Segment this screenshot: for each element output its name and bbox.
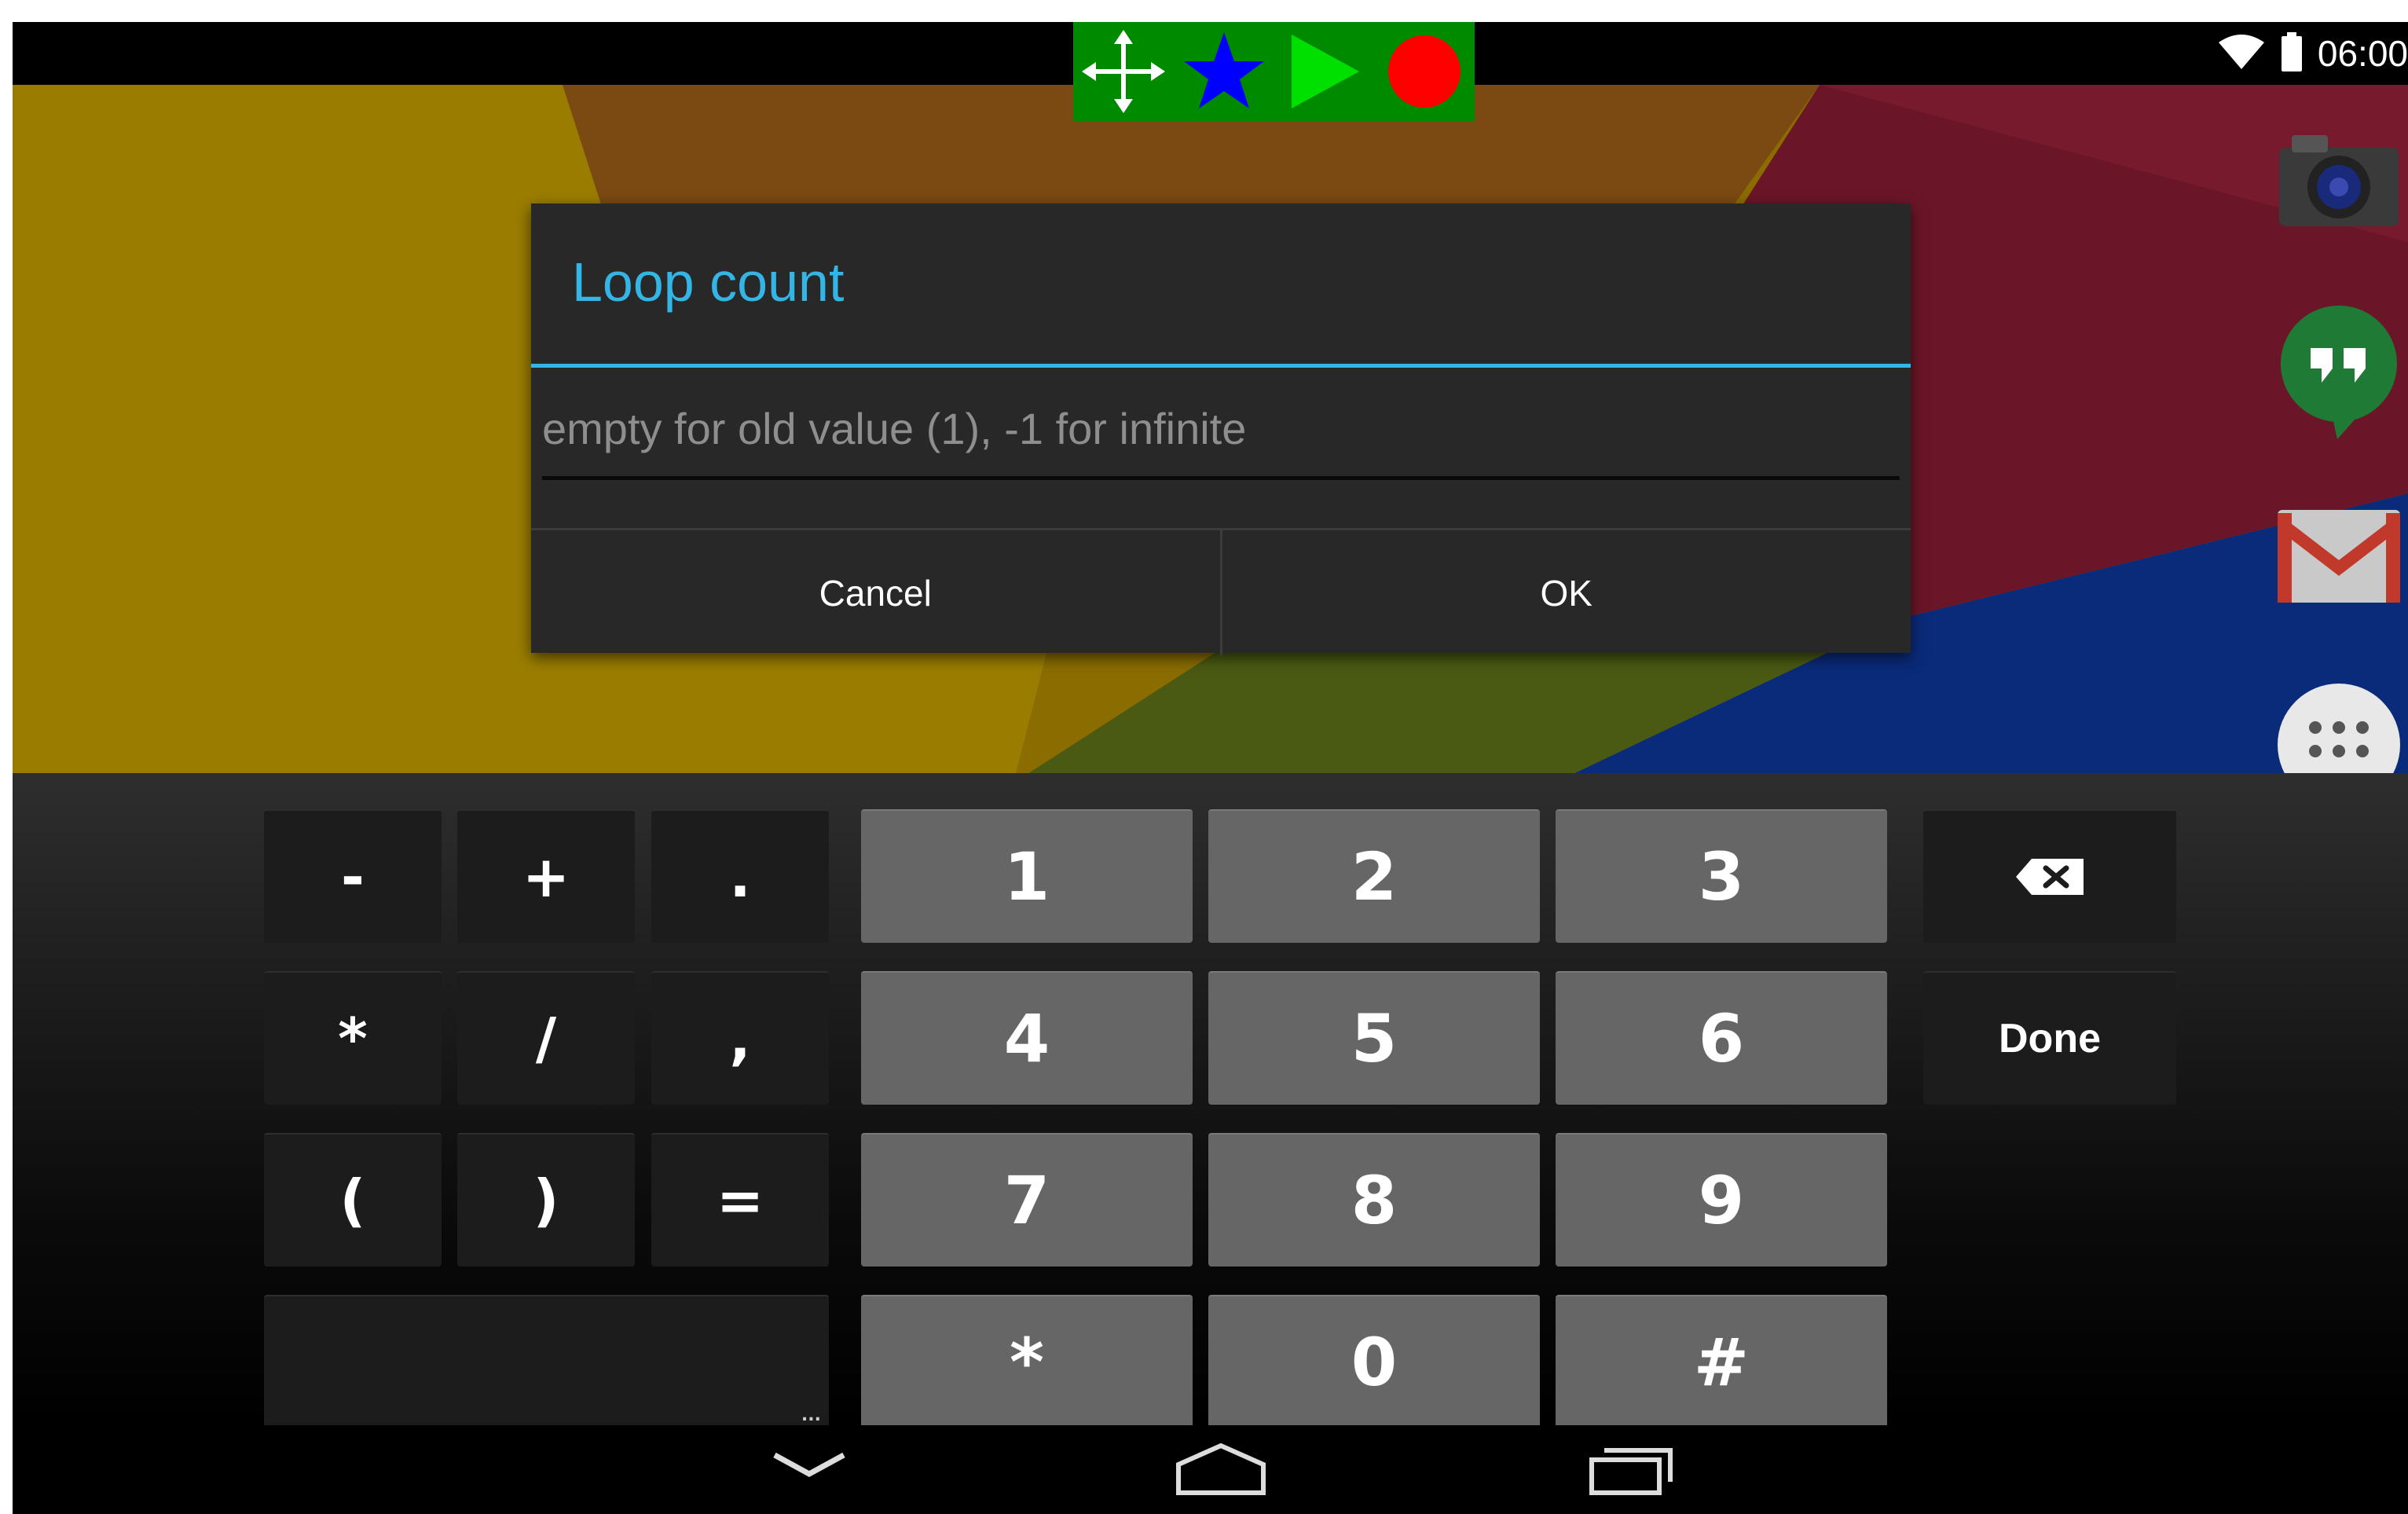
key-asterisk[interactable]: *	[264, 971, 442, 1105]
home-icon[interactable]	[1174, 1441, 1268, 1496]
key-star[interactable]: *	[861, 1295, 1193, 1428]
key-period[interactable]: .	[651, 809, 829, 943]
key-6[interactable]: 6	[1556, 971, 1887, 1105]
macro-toolbar	[1073, 22, 1475, 121]
done-key[interactable]: Done	[1923, 971, 2176, 1105]
key-open-paren[interactable]: (	[264, 1133, 442, 1267]
status-icons: 06:00	[2217, 22, 2408, 85]
key-5[interactable]: 5	[1208, 971, 1540, 1105]
back-icon[interactable]	[770, 1441, 848, 1488]
backspace-key[interactable]	[1923, 809, 2176, 943]
key-8[interactable]: 8	[1208, 1133, 1540, 1267]
key-close-paren[interactable]: )	[457, 1133, 635, 1267]
status-time: 06:00	[2317, 33, 2408, 74]
dialog-title-divider	[531, 364, 1911, 368]
hangouts-icon[interactable]	[2276, 301, 2402, 446]
navigation-bar	[13, 1425, 2408, 1514]
space-key[interactable]: ...	[264, 1295, 829, 1428]
record-icon[interactable]	[1381, 28, 1468, 115]
key-3[interactable]: 3	[1556, 809, 1887, 943]
gmail-icon[interactable]	[2276, 505, 2402, 611]
recents-icon[interactable]	[1587, 1441, 1681, 1496]
battery-icon	[2280, 31, 2304, 75]
dialog-button-bar: Cancel OK	[531, 528, 1911, 655]
camera-icon[interactable]	[2276, 124, 2402, 238]
key-2[interactable]: 2	[1208, 809, 1540, 943]
key-comma[interactable]: ,	[651, 971, 829, 1105]
key-equals[interactable]: =	[651, 1133, 829, 1267]
loop-count-input[interactable]: empty for old value (1), -1 for infinite	[542, 386, 1900, 480]
dialog-title: Loop count	[572, 251, 845, 313]
numeric-keyboard: - + . * / , ( ) = ... 1 2 3 4 5 6 7 8 9 …	[13, 773, 2408, 1428]
key-1[interactable]: 1	[861, 809, 1193, 943]
app-drawer-icon[interactable]	[2276, 682, 2402, 806]
space-key-hint: ...	[801, 1406, 821, 1425]
loop-count-dialog: Loop count empty for old value (1), -1 f…	[531, 203, 1911, 655]
key-7[interactable]: 7	[861, 1133, 1193, 1267]
star-icon[interactable]	[1181, 28, 1267, 115]
key-0[interactable]: 0	[1208, 1295, 1540, 1428]
key-plus[interactable]: +	[457, 809, 635, 943]
cancel-button[interactable]: Cancel	[531, 530, 1220, 655]
key-hash[interactable]: #	[1556, 1295, 1887, 1428]
key-slash[interactable]: /	[457, 971, 635, 1105]
key-minus[interactable]: -	[264, 809, 442, 943]
key-4[interactable]: 4	[861, 971, 1193, 1105]
ok-button[interactable]: OK	[1219, 530, 1911, 655]
key-9[interactable]: 9	[1556, 1133, 1887, 1267]
wifi-icon	[2217, 33, 2266, 75]
move-icon[interactable]	[1080, 28, 1167, 115]
loop-count-placeholder: empty for old value (1), -1 for infinite	[542, 404, 1247, 453]
device-screen: 06:00 Loop count empty for old value (1)…	[13, 22, 2408, 1514]
play-icon[interactable]	[1281, 28, 1367, 115]
backspace-icon	[2014, 844, 2085, 910]
